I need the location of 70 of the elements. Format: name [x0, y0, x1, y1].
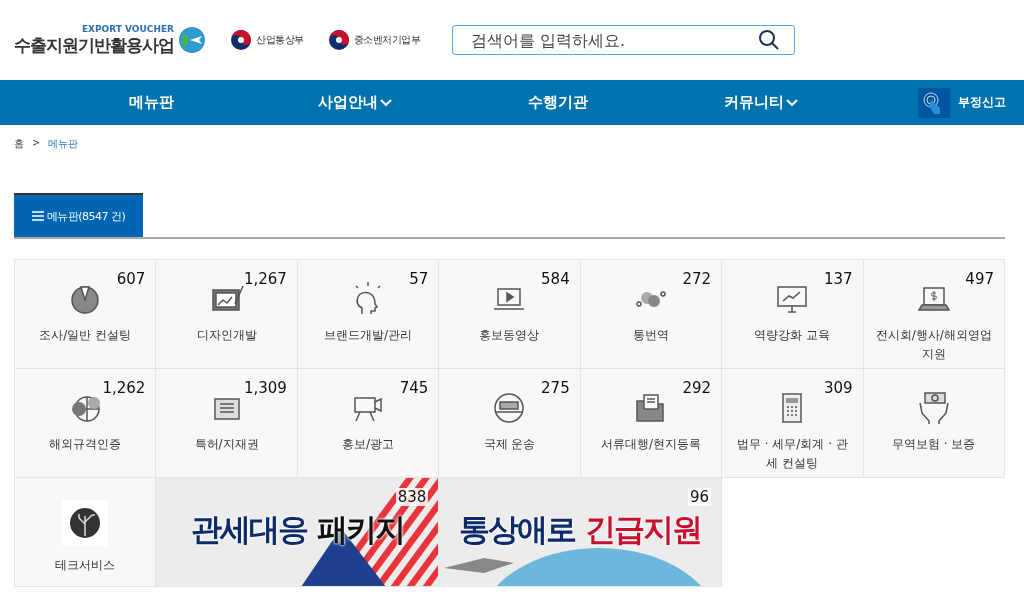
- breadcrumb-current[interactable]: 메뉴판: [48, 137, 79, 163]
- count: 497: [965, 270, 994, 288]
- category-tile[interactable]: 309 법무 · 세무/회계 · 관세 컨설팅: [722, 369, 864, 478]
- category-label: 서류대행/현지등록: [599, 436, 702, 453]
- category-label: 특허/지재권: [193, 436, 260, 453]
- category-tile[interactable]: 497 전시회/행사/해외영업지원: [863, 260, 1005, 369]
- category-label: 무역보험 · 보증: [891, 436, 977, 453]
- breadcrumb-item[interactable]: 홈: [14, 137, 24, 163]
- chevron-down-icon: [379, 98, 392, 107]
- category-label: 전시회/행사/해외영업지원: [874, 327, 993, 364]
- count: 745: [399, 379, 429, 397]
- count: 309: [823, 379, 853, 397]
- category-label: 국제 운송: [482, 436, 537, 453]
- category-label: 조사/일반 컨설팅: [38, 327, 133, 344]
- touch-hand-icon: [918, 87, 950, 118]
- breadcrumb-item: >: [32, 137, 41, 150]
- count: 1,267: [243, 270, 287, 288]
- count: 1,262: [102, 379, 146, 397]
- emblem-icon: [230, 29, 252, 51]
- category-label: 홍보동영상: [478, 327, 541, 344]
- category-tile[interactable]: 584 홍보동영상: [439, 260, 581, 369]
- report-link[interactable]: 부정신고: [918, 87, 1006, 118]
- category-label: 해외규격인증: [48, 436, 123, 453]
- category-label: 브랜드개발/관리: [323, 327, 414, 344]
- category-tile[interactable]: 292 서류대행/현지등록: [580, 369, 723, 478]
- category-tile[interactable]: 테크서비스: [15, 478, 157, 587]
- category-tile[interactable]: 137 역량강화 교육: [722, 260, 864, 369]
- category-label: 통번역: [631, 327, 670, 344]
- category-label: 역량강화 교육: [753, 327, 832, 344]
- category-tile[interactable]: 272 통번역: [580, 260, 723, 369]
- chevron-down-icon: [785, 98, 798, 107]
- count: 96: [688, 488, 712, 506]
- nav-item[interactable]: 수행기관: [456, 93, 659, 112]
- menu-tab[interactable]: 메뉴판(8547 건): [14, 193, 143, 237]
- category-tile[interactable]: 1,267 디자인개발: [156, 260, 298, 369]
- circuit-tree-icon: [62, 500, 109, 546]
- logo-title: 수출지원기반활용사업: [14, 33, 174, 57]
- count: 275: [541, 379, 570, 397]
- nav-item[interactable]: 사업안내: [253, 93, 456, 112]
- category-label: 디자인개발: [195, 327, 258, 344]
- nav-item[interactable]: 메뉴판: [50, 93, 253, 112]
- search-icon[interactable]: [758, 29, 780, 51]
- nav-item[interactable]: 커뮤니티: [659, 93, 862, 112]
- count: 137: [823, 270, 853, 288]
- category-tile[interactable]: 1,309 특허/지재권: [156, 369, 298, 478]
- count: 1,309: [243, 379, 287, 397]
- category-tile[interactable]: 1,262 해외규격인증: [15, 369, 157, 478]
- count: 584: [541, 270, 570, 288]
- banner-title: 통상애로 긴급지원: [459, 510, 702, 549]
- category-label: 테크서비스: [54, 557, 117, 574]
- category-tile[interactable]: 607 조사/일반 컨설팅: [15, 260, 157, 369]
- search-bar[interactable]: 검색어를 입력하세요.: [452, 25, 795, 55]
- category-tile[interactable]: 무역보험 · 보증: [863, 369, 1005, 478]
- logo-caption: EXPORT VOUCHER: [81, 23, 174, 34]
- globe-plane-icon: [178, 26, 206, 54]
- count: 607: [116, 270, 146, 288]
- promo-banner[interactable]: 96 통상애로 긴급지원: [439, 478, 723, 587]
- category-tile[interactable]: 275 국제 운송: [439, 369, 581, 478]
- count: 838: [395, 488, 429, 506]
- menu-icon: [31, 211, 44, 221]
- category-tile[interactable]: 745 홍보/광고: [297, 369, 440, 478]
- category-tile[interactable]: 57 브랜드개발/관리: [297, 260, 440, 369]
- ministry-name: 산업통상부: [256, 33, 304, 47]
- ministry-name: 중소벤처기업부: [353, 33, 420, 47]
- count: 272: [682, 270, 712, 288]
- count: 57: [409, 270, 429, 288]
- count: 292: [682, 379, 712, 397]
- category-label: 법무 · 세무/회계 · 관세 컨설팅: [735, 436, 849, 473]
- category-label: 홍보/광고: [341, 436, 396, 453]
- emblem-icon: [327, 29, 350, 51]
